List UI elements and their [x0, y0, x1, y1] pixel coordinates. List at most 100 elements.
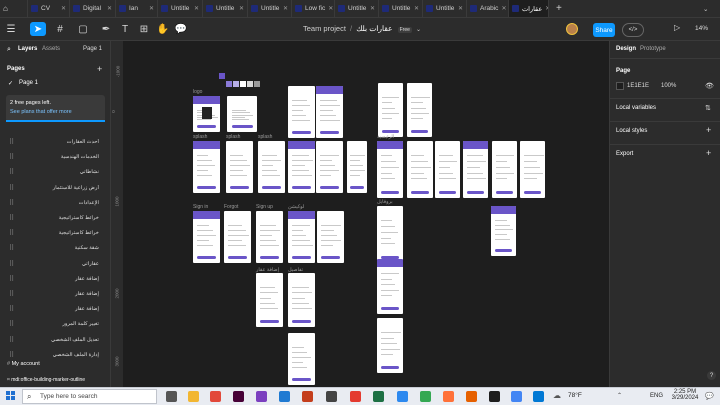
tab-prototype[interactable]: Prototype — [640, 46, 666, 52]
local-variables-label[interactable]: Local variables — [616, 105, 656, 111]
layer-row[interactable]: ⠿ شقة سكنية — [0, 241, 111, 255]
frame-label[interactable]: تفاصيل — [288, 267, 303, 273]
color-swatch[interactable] — [219, 73, 225, 79]
frame-label[interactable]: splash — [258, 134, 272, 140]
firefox-icon[interactable] — [443, 391, 454, 402]
add-style-icon[interactable]: + — [706, 125, 711, 135]
add-export-icon[interactable]: + — [706, 148, 711, 158]
section-my-account[interactable]: # My account — [7, 361, 40, 367]
frame-thumbnail[interactable] — [316, 141, 343, 193]
file-tab[interactable]: Untitle ✕ — [248, 0, 292, 17]
frame-thumbnail[interactable] — [193, 141, 220, 193]
close-icon[interactable]: ✕ — [458, 5, 463, 12]
notification-icon[interactable]: 💬 — [705, 392, 714, 400]
tab-layers[interactable]: Layers — [18, 46, 37, 52]
frame-thumbnail[interactable] — [463, 141, 488, 198]
bg-color-swatch[interactable] — [616, 82, 624, 90]
frame-label[interactable]: splash — [226, 134, 240, 140]
close-icon[interactable]: ✕ — [414, 5, 419, 12]
frame-thumbnail[interactable] — [316, 86, 343, 138]
layer-row[interactable]: ⠿ عقاراتي — [0, 257, 111, 271]
frame-thumbnail[interactable] — [226, 141, 253, 193]
close-icon[interactable]: ✕ — [107, 5, 112, 12]
layer-row[interactable]: ⠿ خرائط كاستراتيجية — [0, 226, 111, 240]
file-tab[interactable]: عقارات✕ — [509, 0, 549, 17]
excel-icon[interactable] — [373, 391, 384, 402]
frame-thumbnail[interactable] — [407, 83, 432, 137]
resources-tool-icon[interactable]: ⊞ — [137, 22, 151, 36]
frame-tool-icon[interactable]: # — [53, 22, 67, 36]
file-tab[interactable]: Untitle ✕ — [203, 0, 248, 17]
file-tab[interactable]: CV ✕ — [28, 0, 70, 17]
language-indicator[interactable]: ENG — [650, 393, 663, 399]
frame-thumbnail[interactable] — [288, 273, 315, 327]
move-tool-icon[interactable]: ➤ — [30, 22, 46, 36]
file-explorer-icon[interactable] — [188, 391, 199, 402]
variables-icon[interactable]: ⇅ — [705, 104, 711, 112]
frame-label[interactable]: Sign up — [256, 204, 273, 210]
color-swatch[interactable] — [254, 81, 260, 87]
frame-thumbnail[interactable] — [317, 211, 344, 263]
chevron-down-icon[interactable]: ⌄ — [416, 27, 421, 33]
layer-row[interactable]: ⠿ أحدث العقارات — [0, 135, 111, 149]
tab-design[interactable]: Design — [616, 46, 636, 52]
frame-thumbnail[interactable] — [288, 211, 315, 263]
present-icon[interactable]: ▷ — [674, 23, 680, 32]
anydesk-icon[interactable] — [350, 391, 361, 402]
tray-chevron-icon[interactable]: ⌃ — [617, 392, 622, 399]
design-canvas[interactable]: logo splash splash splash Sign in Forgot Sign … — [111, 41, 609, 387]
frame-thumbnail[interactable] — [491, 206, 516, 256]
vscode-icon[interactable] — [279, 391, 290, 402]
close-icon[interactable]: ✕ — [149, 5, 154, 12]
eye-icon[interactable]: 👁 — [705, 82, 714, 90]
frame-label[interactable]: إضافة عقار — [256, 267, 279, 273]
app-icon[interactable] — [489, 391, 500, 402]
frame-thumbnail[interactable] — [256, 211, 283, 263]
close-icon[interactable]: ✕ — [545, 5, 548, 12]
layer-row[interactable]: ⠿ إدارة الملف الشخصي — [0, 348, 111, 362]
local-styles-label[interactable]: Local styles — [616, 128, 647, 134]
frame-thumbnail[interactable] — [193, 211, 220, 263]
pen-tool-icon[interactable]: ✒ — [99, 22, 113, 36]
frame-label[interactable]: بروفايل — [377, 199, 393, 205]
store-icon[interactable] — [533, 391, 544, 402]
taskbar-search-box[interactable]: ⌕ Type here to search — [22, 389, 157, 404]
layer-office-icon[interactable]: ⌗ mdi:office-building-marker-outline — [7, 377, 85, 383]
media-icon[interactable] — [326, 391, 337, 402]
windows-start-icon[interactable] — [6, 391, 16, 401]
dev-mode-toggle[interactable]: </> — [622, 23, 644, 37]
frame-thumbnail[interactable] — [224, 211, 251, 263]
frame-thumbnail[interactable] — [407, 141, 433, 198]
page-selector[interactable]: Page 1 — [83, 46, 102, 52]
tab-assets[interactable]: Assets — [42, 46, 60, 52]
frame-label[interactable]: Sign in — [193, 204, 208, 210]
color-swatch[interactable] — [240, 81, 246, 87]
share-button[interactable]: Share — [593, 23, 615, 37]
file-tab[interactable]: Untitle ✕ — [335, 0, 379, 17]
zoom-level[interactable]: 14% — [695, 25, 708, 32]
file-breadcrumb[interactable]: Team project / عقارات بلك Free ⌄ — [303, 24, 421, 33]
frame-thumbnail[interactable] — [435, 141, 460, 198]
chrome-icon[interactable] — [420, 391, 431, 402]
project-name[interactable]: Team project — [303, 24, 346, 33]
color-swatch[interactable] — [226, 81, 232, 87]
frame-thumbnail[interactable] — [227, 96, 257, 132]
frame-label[interactable]: logo — [193, 89, 202, 95]
file-tab[interactable]: Digital ✕ — [70, 0, 116, 17]
layer-row[interactable]: ⠿ الخدمات الهندسية — [0, 150, 111, 164]
close-icon[interactable]: ✕ — [501, 5, 506, 12]
chrome-profile-icon[interactable] — [511, 391, 522, 402]
close-icon[interactable]: ✕ — [61, 5, 66, 12]
comment-tool-icon[interactable]: 💬 — [174, 22, 188, 36]
paint-icon[interactable] — [397, 391, 408, 402]
file-tab[interactable]: Low fic ✕ — [292, 0, 335, 17]
frame-thumbnail[interactable] — [258, 141, 285, 193]
frame-thumbnail[interactable] — [377, 318, 403, 373]
file-tab[interactable]: Arabic ✕ — [467, 0, 509, 17]
frame-thumbnail[interactable] — [377, 206, 403, 263]
tabs-overflow-icon[interactable]: ⌄ — [700, 0, 714, 17]
shape-tool-icon[interactable]: ▢ — [76, 22, 90, 36]
layer-row[interactable]: ⠿ نشاطاتي — [0, 165, 111, 179]
add-page-icon[interactable]: + — [97, 64, 102, 74]
layer-row[interactable]: ⠿ إضافة عقار — [0, 272, 111, 286]
